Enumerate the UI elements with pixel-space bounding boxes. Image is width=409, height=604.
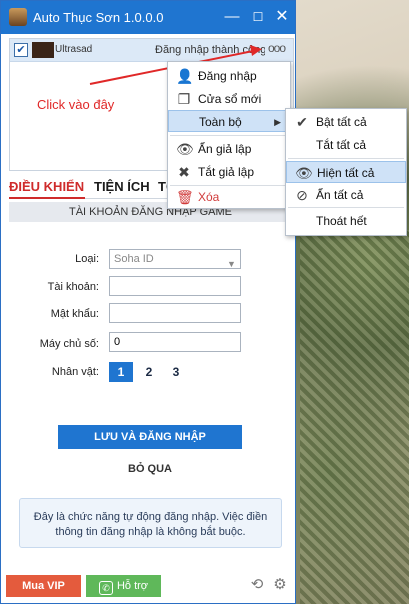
menu-item-delete[interactable]: 🗑 Xóa — [168, 186, 290, 208]
submenu-item-label: Thoát hết — [316, 214, 367, 228]
menu-item-close-emulator[interactable]: ✖ Tắt giả lập — [168, 161, 290, 183]
eye-slash-icon: ⊘ — [296, 187, 308, 203]
menu-item-label: Tắt giả lập — [198, 165, 255, 179]
submenu-item-show-all[interactable]: 👁 Hiện tất cả — [286, 161, 406, 183]
password-input[interactable] — [109, 303, 241, 323]
submenu: ✔ Bật tất cả Tắt tất cả 👁 Hiện tất cả ⊘ … — [285, 108, 407, 236]
support-label: Hỗ trợ — [116, 580, 149, 592]
minimize-button[interactable]: — — [221, 5, 243, 29]
submenu-item-exit-all[interactable]: Thoát hết — [286, 210, 406, 232]
submenu-item-disable-all[interactable]: Tắt tất cả — [286, 134, 406, 156]
context-menu: 👤 Đăng nhập ❐ Cửa sổ mới Toàn bộ ▶ 👁 Ẩn … — [167, 61, 291, 209]
password-label: Mật khẩu: — [50, 308, 99, 320]
account-input[interactable] — [109, 276, 241, 296]
bottom-bar: Mua VIP ✆ Hỗ trợ ⟲ ⚙ — [1, 569, 295, 603]
chevron-down-icon: ▼ — [227, 259, 236, 269]
server-input[interactable] — [109, 332, 241, 352]
submenu-item-label: Tắt tất cả — [316, 138, 367, 152]
phone-icon: ✆ — [98, 581, 113, 595]
menu-separator — [170, 135, 288, 136]
active-tab-indicator — [9, 197, 85, 199]
avatar — [32, 42, 54, 58]
app-icon — [9, 8, 27, 26]
buy-vip-button[interactable]: Mua VIP — [6, 575, 81, 597]
submenu-item-hide-all[interactable]: ⊘ Ẩn tất cả — [286, 184, 406, 206]
character-button-3[interactable]: 3 — [164, 362, 188, 382]
menu-item-login[interactable]: 👤 Đăng nhập — [168, 65, 290, 87]
history-icon[interactable]: ⟲ — [249, 577, 265, 593]
user-icon: 👤 — [176, 68, 194, 84]
submenu-item-enable-all[interactable]: ✔ Bật tất cả — [286, 111, 406, 133]
menu-item-label: Xóa — [198, 190, 220, 204]
title-bar: Auto Thục Sơn 1.0.0.0 — ☐ ✕ — [1, 1, 295, 34]
x-icon: ✖ — [178, 164, 190, 180]
account-name: Ultrasad — [55, 44, 93, 55]
maximize-button[interactable]: ☐ — [247, 5, 269, 29]
type-label: Loại: — [75, 253, 99, 265]
check-icon: ✔ — [296, 114, 308, 130]
chevron-right-icon: ▶ — [274, 117, 281, 127]
menu-item-hide-emulator[interactable]: 👁 Ẩn giả lập — [168, 138, 290, 160]
window-icon: ❐ — [177, 91, 191, 107]
character-button-1[interactable]: 1 — [109, 362, 133, 382]
account-row[interactable]: ✔ Ultrasad Đăng nhập thành công ooo — [10, 39, 293, 62]
skip-button[interactable]: BỎ QUA — [58, 463, 242, 475]
menu-item-label: Cửa sổ mới — [198, 92, 262, 106]
menu-item-label: Đăng nhập — [198, 69, 257, 83]
submenu-item-label: Bật tất cả — [316, 115, 367, 129]
annotation-text: Click vào đây — [37, 97, 115, 112]
menu-item-new-window[interactable]: ❐ Cửa sổ mới — [168, 88, 290, 110]
character-label: Nhân vật: — [51, 366, 99, 378]
submenu-item-label: Hiện tất cả — [317, 166, 375, 180]
tab-tien-ich[interactable]: TIỆN ÍCH — [94, 179, 150, 194]
account-status: Đăng nhập thành công — [155, 44, 265, 56]
account-label: Tài khoản: — [47, 281, 99, 293]
save-and-login-button[interactable]: LƯU VÀ ĐĂNG NHẬP — [58, 425, 242, 449]
submenu-item-label: Ẩn tất cả — [316, 188, 364, 202]
menu-item-label: Toàn bộ — [199, 115, 242, 129]
eye-icon: 👁 — [295, 165, 313, 181]
window-title: Auto Thục Sơn 1.0.0.0 — [33, 10, 164, 25]
server-label: Máy chủ số: — [39, 338, 99, 350]
info-box: Đây là chức năng tự động đăng nhập. Việc… — [19, 498, 282, 548]
support-button[interactable]: ✆ Hỗ trợ — [86, 575, 161, 597]
menu-separator — [288, 158, 404, 159]
menu-separator — [288, 207, 404, 208]
type-select[interactable] — [109, 249, 241, 269]
character-button-2[interactable]: 2 — [137, 362, 161, 382]
trash-icon: 🗑 — [176, 189, 194, 205]
menu-item-label: Ẩn giả lập — [198, 142, 252, 156]
tab-dieu-khien[interactable]: ĐIỀU KHIỂN — [9, 179, 84, 194]
close-button[interactable]: ✕ — [271, 5, 293, 29]
more-options-button[interactable]: ooo — [268, 41, 290, 57]
account-checkbox[interactable]: ✔ — [14, 43, 28, 57]
menu-item-all[interactable]: Toàn bộ ▶ — [168, 110, 290, 132]
gear-icon[interactable]: ⚙ — [272, 577, 288, 593]
eye-icon: 👁 — [176, 141, 194, 157]
